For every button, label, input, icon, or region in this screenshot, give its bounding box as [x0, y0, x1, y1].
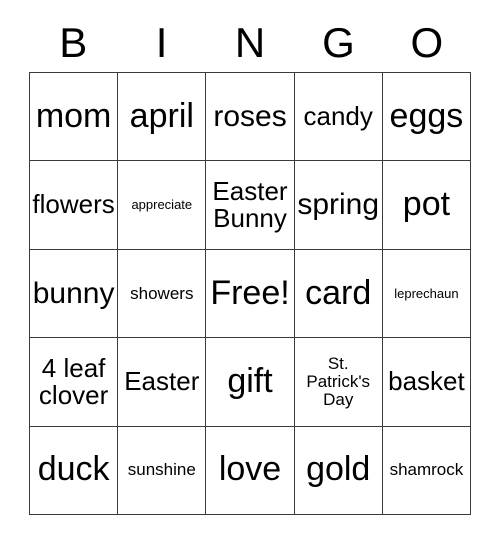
- bingo-cell-o3[interactable]: leprechaun: [382, 249, 472, 339]
- bingo-cell-o2[interactable]: pot: [382, 161, 472, 250]
- bingo-cell-label: Easter: [124, 366, 200, 397]
- bingo-cell-label: eggs: [389, 96, 464, 135]
- bingo-header-letter-n: N: [234, 19, 266, 66]
- bingo-grid: mom april roses candy eggs flowers appre…: [29, 72, 472, 516]
- bingo-header-letter-i: I: [155, 19, 168, 66]
- bingo-row: duck sunshine love gold shamrock: [30, 426, 472, 516]
- bingo-cell-label: St. Patrick's Day: [306, 354, 371, 409]
- bingo-cell-label: duck: [37, 450, 110, 489]
- bingo-cell-label: flowers: [32, 189, 115, 220]
- bingo-cell-label: basket: [388, 366, 465, 397]
- bingo-card: B I N G O mom april roses candy eggs flo…: [0, 0, 500, 544]
- bingo-cell-g2[interactable]: spring: [294, 161, 383, 250]
- bingo-cell-o1[interactable]: eggs: [382, 73, 472, 162]
- bingo-cell-b4[interactable]: 4 leaf clover: [30, 338, 119, 427]
- bingo-cell-label: 4 leaf clover: [38, 352, 109, 410]
- bingo-cell-label: showers: [130, 283, 194, 303]
- bingo-cell-b1[interactable]: mom: [30, 73, 119, 162]
- bingo-header-row: B I N G O: [29, 14, 471, 72]
- bingo-row: bunny showers Free! card leprechaun: [30, 249, 472, 339]
- bingo-cell-label: card: [305, 273, 372, 312]
- bingo-cell-i5[interactable]: sunshine: [118, 426, 207, 516]
- bingo-cell-label: Free!: [210, 273, 290, 312]
- bingo-cell-n1[interactable]: roses: [206, 73, 295, 162]
- bingo-cell-b5[interactable]: duck: [30, 426, 119, 516]
- bingo-cell-g4[interactable]: St. Patrick's Day: [294, 338, 383, 427]
- bingo-cell-label: appreciate: [131, 197, 193, 213]
- bingo-cell-label: candy: [303, 101, 373, 132]
- bingo-cell-label: leprechaun: [394, 285, 459, 301]
- bingo-cell-i1[interactable]: april: [118, 73, 207, 162]
- bingo-cell-label: bunny: [32, 276, 115, 310]
- bingo-cell-n4[interactable]: gift: [206, 338, 295, 427]
- bingo-cell-label: april: [129, 96, 194, 135]
- bingo-cell-label: mom: [35, 96, 112, 135]
- bingo-cell-o4[interactable]: basket: [382, 338, 472, 427]
- bingo-cell-b3[interactable]: bunny: [30, 249, 119, 339]
- bingo-cell-label: spring: [297, 188, 380, 222]
- bingo-row: 4 leaf clover Easter gift St. Patrick's …: [30, 338, 472, 427]
- bingo-cell-label: love: [218, 450, 282, 489]
- bingo-cell-label: Easter Bunny: [212, 175, 288, 234]
- bingo-cell-label: roses: [213, 99, 287, 133]
- bingo-cell-label: gift: [227, 362, 273, 401]
- bingo-cell-n2[interactable]: Easter Bunny: [206, 161, 295, 250]
- bingo-cell-i2[interactable]: appreciate: [118, 161, 207, 250]
- bingo-cell-i4[interactable]: Easter: [118, 338, 207, 427]
- bingo-cell-label: sunshine: [127, 460, 196, 480]
- bingo-cell-g5[interactable]: gold: [294, 426, 383, 516]
- bingo-cell-o5[interactable]: shamrock: [382, 426, 472, 516]
- bingo-row: flowers appreciate Easter Bunny spring p…: [30, 161, 472, 250]
- bingo-cell-label: gold: [306, 450, 371, 489]
- bingo-cell-label: shamrock: [389, 460, 464, 480]
- bingo-header-letter-o: O: [410, 19, 444, 66]
- bingo-cell-free-space[interactable]: Free!: [206, 249, 295, 339]
- bingo-cell-label: pot: [402, 185, 451, 224]
- bingo-cell-g3[interactable]: card: [294, 249, 383, 339]
- bingo-cell-n5[interactable]: love: [206, 426, 295, 516]
- bingo-cell-b2[interactable]: flowers: [30, 161, 119, 250]
- bingo-cell-i3[interactable]: showers: [118, 249, 207, 339]
- bingo-row: mom april roses candy eggs: [30, 73, 472, 162]
- bingo-header-letter-g: G: [322, 19, 355, 66]
- bingo-header-letter-b: B: [59, 19, 88, 66]
- bingo-cell-g1[interactable]: candy: [294, 73, 383, 162]
